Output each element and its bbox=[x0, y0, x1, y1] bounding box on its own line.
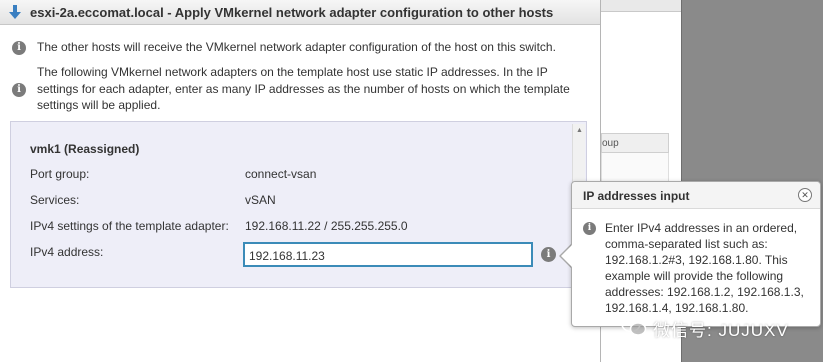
adapter-settings-panel: vmk1 (Reassigned) Port group: connect-vs… bbox=[10, 121, 587, 288]
ipv4-address-label: IPv4 address: bbox=[30, 245, 104, 259]
close-icon[interactable]: ✕ bbox=[798, 188, 812, 202]
scroll-up-arrow-icon[interactable]: ▲ bbox=[574, 125, 585, 136]
dialog-title: esxi-2a.eccomat.local - Apply VMkernel n… bbox=[30, 5, 554, 20]
apply-vmkernel-dialog: esxi-2a.eccomat.local - Apply VMkernel n… bbox=[0, 0, 601, 362]
info-icon: i bbox=[583, 222, 596, 235]
wechat-logo-icon bbox=[621, 315, 647, 336]
info-icon: i bbox=[12, 83, 26, 97]
info-icon: i bbox=[12, 41, 26, 55]
background-panel-header bbox=[601, 0, 681, 12]
popover-arrow-fill bbox=[561, 244, 573, 268]
background-table-row bbox=[601, 153, 669, 183]
services-value: vSAN bbox=[245, 193, 276, 207]
dialog-titlebar: esxi-2a.eccomat.local - Apply VMkernel n… bbox=[0, 0, 600, 25]
info-text-static-ip-line-3: settings will be applied. bbox=[37, 98, 161, 112]
port-group-label: Port group: bbox=[30, 167, 90, 181]
download-arrow-icon bbox=[9, 5, 21, 19]
popover-text-line: comma-separated list such as: bbox=[605, 237, 768, 251]
watermark-text: 微信号: JUJUXV bbox=[653, 321, 789, 340]
popover-title: IP addresses input bbox=[583, 189, 690, 203]
info-text-hosts: The other hosts will receive the VMkerne… bbox=[37, 40, 556, 54]
ipv4-settings-label: IPv4 settings of the template adapter: bbox=[30, 219, 229, 233]
popover-text-line: 192.168.1.2#3, 192.168.1.80. This bbox=[605, 253, 788, 267]
services-label: Services: bbox=[30, 193, 80, 207]
ipv4-address-input[interactable] bbox=[243, 242, 533, 267]
ip-addresses-popover: IP addresses input ✕ i Enter IPv4 addres… bbox=[571, 181, 821, 327]
popover-text-line: Enter IPv4 addresses in an ordered, bbox=[605, 221, 798, 235]
port-group-value: connect-vsan bbox=[245, 167, 317, 181]
info-text-static-ip-line-1: The following VMkernel network adapters … bbox=[37, 65, 548, 79]
info-icon[interactable]: i bbox=[541, 247, 556, 262]
ipv4-settings-value: 192.168.11.22 / 255.255.255.0 bbox=[245, 219, 408, 233]
background-column-header: oup bbox=[601, 133, 669, 153]
adapter-heading: vmk1 (Reassigned) bbox=[30, 142, 140, 156]
popover-text-line: addresses: 192.168.1.2, 192.168.1.3, bbox=[605, 285, 804, 299]
watermark: 微信号: JUJUXV bbox=[621, 313, 821, 340]
popover-header: IP addresses input ✕ bbox=[572, 182, 820, 209]
popover-text-line: example will provide the following bbox=[605, 269, 784, 283]
info-text-static-ip-line-2: settings for each adapter, enter as many… bbox=[37, 82, 570, 96]
